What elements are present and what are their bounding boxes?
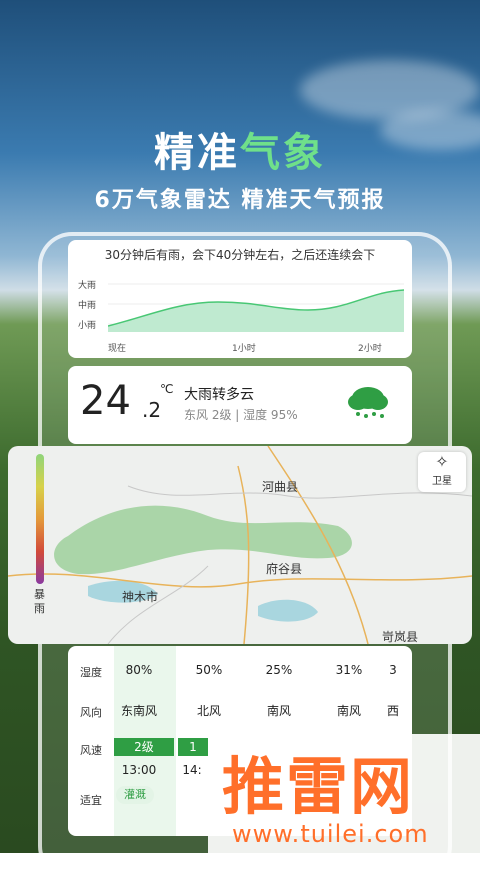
row-label-wind-dir: 风向 [80, 706, 102, 719]
hero-title-accent: 气象 [240, 130, 326, 176]
hero-subtitle: 6万气象雷达 精准天气预报 [94, 188, 386, 213]
wind-dir-cell: 西 [386, 704, 399, 718]
radar-map-canvas [8, 446, 472, 644]
current-weather-card[interactable]: 24 .2 ℃ 大雨转多云 东风 2级 | 湿度 95% [68, 366, 412, 444]
time-label: 1小时 [232, 344, 256, 354]
humidity-cell: 50% [195, 663, 223, 677]
watermark-brand: 推雷网 [222, 750, 415, 823]
wind-level-badge: 2级 [114, 738, 174, 756]
rain-curve [108, 283, 404, 332]
level-label: 小雨 [78, 321, 97, 331]
radar-legend-bar [36, 454, 44, 584]
humidity-cell: 3 [389, 663, 397, 677]
row-label-suitable: 适宜 [80, 794, 102, 807]
rain-cloud-icon [348, 387, 388, 418]
humidity-cell: 25% [265, 663, 293, 677]
humidity-cell: 31% [335, 663, 363, 677]
hero-title: 精准气象 [0, 120, 480, 178]
temperature-unit: ℃ [160, 382, 174, 396]
map-label: 岢岚县 [382, 630, 419, 644]
level-label: 大雨 [78, 281, 97, 291]
radar-legend-label: 暴雨 [34, 588, 45, 615]
satellite-icon: ✧ [435, 452, 449, 471]
row-label-humidity: 湿度 [80, 666, 102, 679]
humidity-cell: 80% [125, 663, 153, 677]
time-label: 2小时 [358, 344, 382, 354]
map-label: 河曲县 [262, 480, 299, 494]
time-cell: 13:00 [121, 763, 157, 777]
rain-summary: 30分钟后有雨，会下40分钟左右，之后还连续会下 [104, 248, 376, 262]
wind-dir-cell: 东南风 [120, 704, 157, 718]
satellite-button[interactable]: ✧ 卫星 [418, 452, 466, 492]
temperature: 24 [80, 378, 131, 424]
radar-map[interactable]: 暴雨 河曲县 府谷县 神木市 岢岚县 ✧ 卫星 [8, 446, 472, 644]
wind-dir-cell: 南风 [266, 704, 291, 718]
time-label: 现在 [108, 344, 127, 354]
row-label-wind-speed: 风速 [80, 744, 102, 757]
condition: 大雨转多云 [184, 387, 254, 403]
condition-details: 东风 2级 | 湿度 95% [184, 408, 298, 422]
map-label: 府谷县 [266, 562, 303, 576]
watermark-url: www.tuilei.com [232, 820, 429, 848]
time-cell: 14: [182, 763, 202, 777]
suitable-tag: 灌溉 [116, 786, 154, 804]
level-label: 中雨 [78, 301, 97, 311]
map-label: 神木市 [122, 590, 159, 604]
temperature-decimal: .2 [142, 398, 162, 422]
wind-level-badge: 1 [178, 738, 208, 756]
hero-title-main: 精准 [154, 130, 240, 176]
rain-forecast-card[interactable]: 30分钟后有雨，会下40分钟左右，之后还连续会下 大雨 中雨 小雨 现在 1小时… [68, 240, 412, 358]
wind-dir-cell: 南风 [336, 704, 361, 718]
satellite-label: 卫星 [432, 476, 452, 487]
wind-dir-cell: 北风 [196, 704, 221, 718]
